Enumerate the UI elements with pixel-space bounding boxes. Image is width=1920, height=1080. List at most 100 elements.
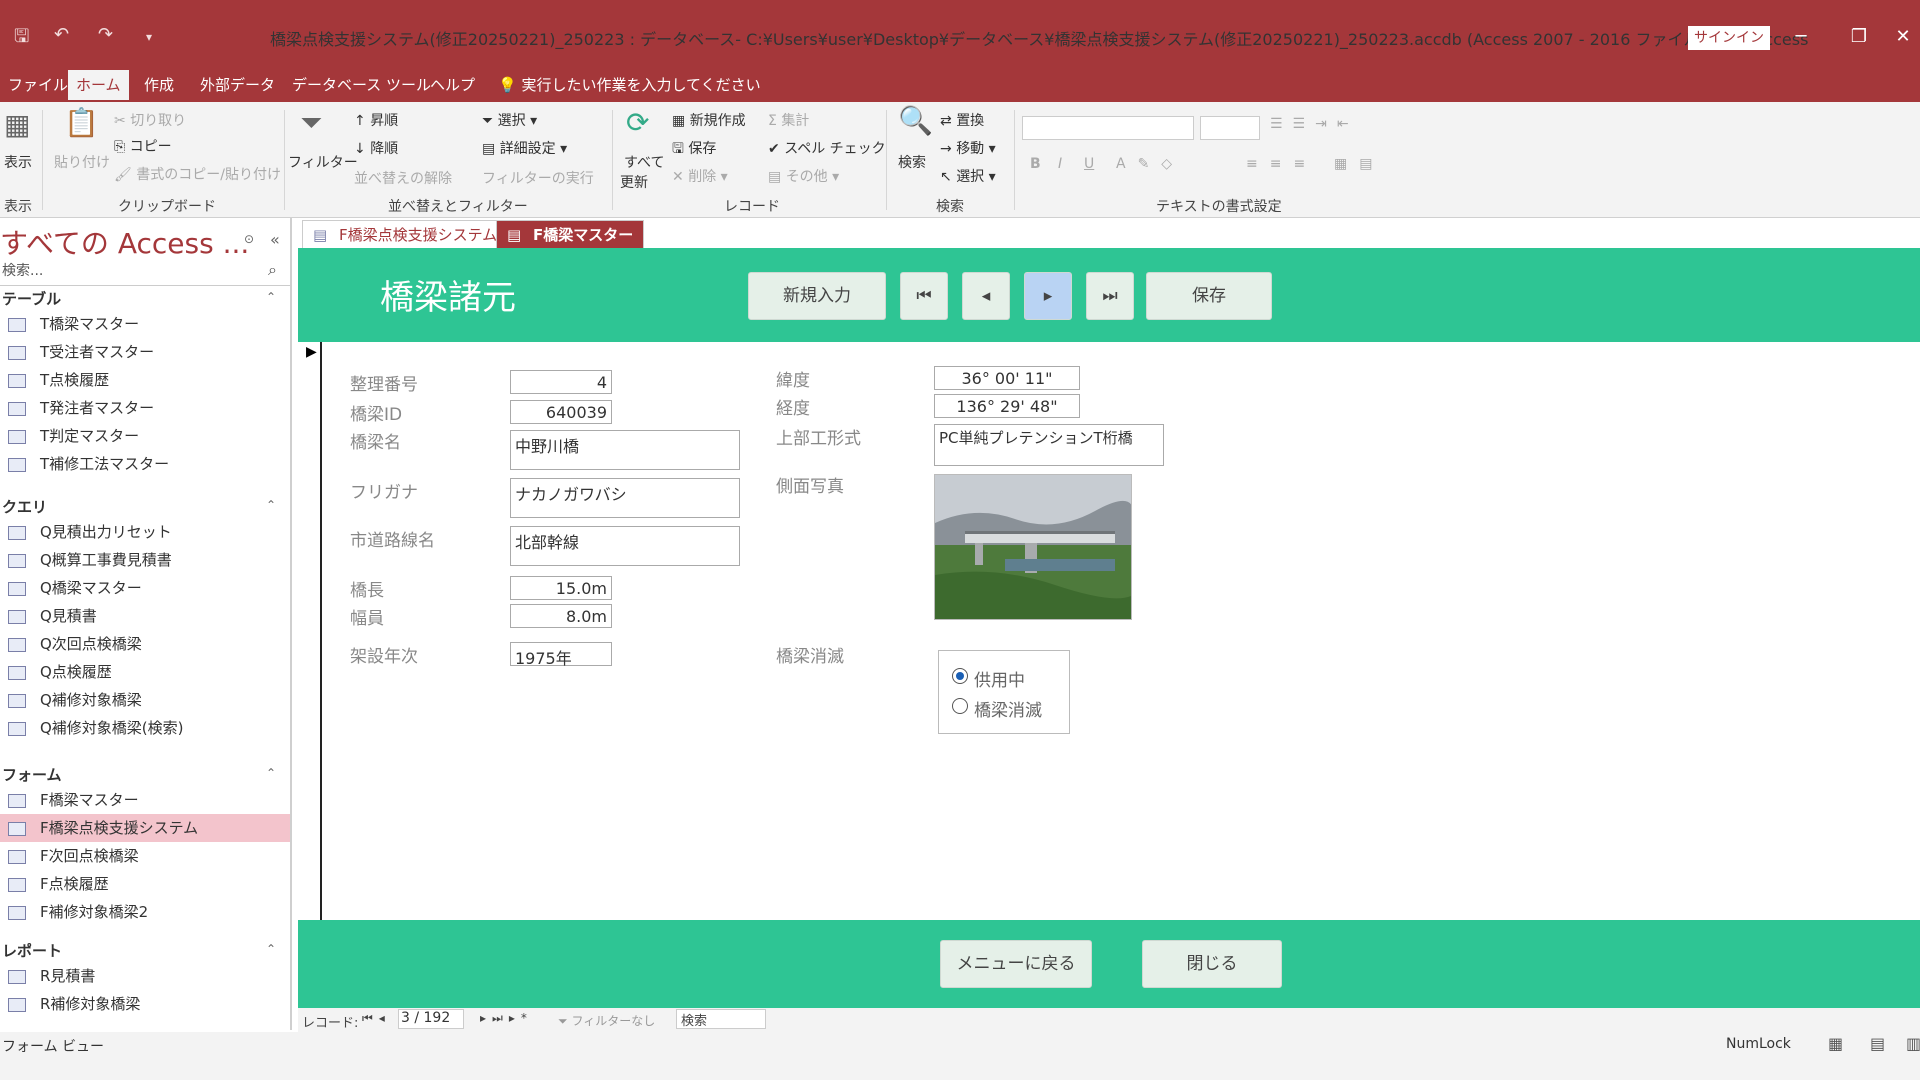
nav-item[interactable]: T受注者マスター <box>0 338 290 366</box>
gridline-buttons[interactable]: ▦▤ <box>1334 156 1384 172</box>
save-record-button[interactable]: 🖫 保存 <box>672 138 716 162</box>
bridge-id-field[interactable]: 640039 <box>510 400 612 424</box>
restore-icon[interactable]: ❐ <box>1842 22 1876 52</box>
save-button[interactable]: 保存 <box>1146 272 1272 320</box>
bridge-name-field[interactable]: 中野川橋 <box>510 430 740 470</box>
nav-item[interactable]: F次回点検橋梁 <box>0 842 290 870</box>
delete-button[interactable]: ✕ 削除 ▾ <box>672 166 728 186</box>
last-record-button[interactable]: ⏭ <box>1086 272 1134 320</box>
layout-view-icon[interactable]: ▤ <box>1870 1034 1885 1053</box>
nav-item[interactable]: T判定マスター <box>0 422 290 450</box>
road-field[interactable]: 北部幹線 <box>510 526 740 566</box>
font-family-select[interactable] <box>1022 116 1194 140</box>
bold-button[interactable]: B <box>1030 156 1041 172</box>
goto-button[interactable]: → 移動 ▾ <box>940 138 996 158</box>
nav-section-queries[interactable]: クエリ <box>2 496 47 517</box>
filter-icon[interactable]: ⏷ <box>300 106 322 140</box>
nav-section-tables[interactable]: テーブル <box>2 288 61 309</box>
customize-qat-icon[interactable]: ▾ <box>146 30 152 44</box>
signin-button[interactable]: サインイン <box>1688 26 1770 50</box>
superstructure-field[interactable]: PC単純プレテンションT桁橋 <box>934 424 1164 466</box>
spelling-button[interactable]: ✔ スペル チェック <box>768 138 886 158</box>
tab-create[interactable]: 作成 <box>136 70 182 100</box>
next-record-button[interactable]: ▸ <box>1024 272 1072 320</box>
nav-item[interactable]: T発注者マスター <box>0 394 290 422</box>
color-buttons[interactable]: A✎◇ <box>1116 156 1184 172</box>
nav-item[interactable]: Q見積書 <box>0 602 290 630</box>
filter-button[interactable]: フィルター <box>288 152 358 172</box>
chevron-up-icon[interactable]: ⌃ <box>266 498 276 512</box>
chevron-up-icon[interactable]: ⌃ <box>266 942 276 956</box>
first-record-button[interactable]: ⏮ <box>900 272 948 320</box>
close-window-icon[interactable]: ✕ <box>1886 22 1920 52</box>
totals-button[interactable]: Σ 集計 <box>768 110 809 130</box>
refresh-label[interactable]: 更新 <box>620 172 648 192</box>
nav-item[interactable]: Q点検履歴 <box>0 658 290 686</box>
format-painter-button[interactable]: 🖌 書式のコピー/貼り付け <box>114 164 281 184</box>
redo-icon[interactable]: ↷ <box>98 24 113 45</box>
font-size-select[interactable] <box>1200 116 1260 140</box>
find-icon[interactable]: 🔍 <box>898 104 933 137</box>
nav-menu-icon[interactable]: ⊙ <box>244 232 254 246</box>
nav-item[interactable]: Q補修対象橋梁(検索) <box>0 714 290 742</box>
view-button[interactable]: 表示 <box>4 152 32 172</box>
prev-record-button[interactable]: ◂ <box>962 272 1010 320</box>
back-to-menu-button[interactable]: メニューに戻る <box>940 940 1092 988</box>
toggle-filter-button[interactable]: フィルターの実行 <box>482 168 594 188</box>
cut-button[interactable]: ✂ 切り取り <box>114 110 186 130</box>
new-entry-button[interactable]: 新規入力 <box>748 272 886 320</box>
paste-button[interactable]: 貼り付け <box>54 152 110 172</box>
minimize-icon[interactable]: ─ <box>1784 22 1818 52</box>
nav-item[interactable]: F補修対象橋梁2 <box>0 898 290 926</box>
undo-icon[interactable]: ↶ <box>54 24 69 45</box>
remove-sort-button[interactable]: 並べ替えの解除 <box>354 168 452 188</box>
underline-button[interactable]: U <box>1084 156 1094 172</box>
more-button[interactable]: ▤ その他 ▾ <box>768 166 839 186</box>
new-record-button[interactable]: ▦ 新規作成 <box>672 110 746 130</box>
tab-f-bridge-master[interactable]: ▤ F橋梁マスター <box>496 220 645 248</box>
chevron-up-icon[interactable]: ⌃ <box>266 766 276 780</box>
longitude-field[interactable]: 136° 29' 48" <box>934 394 1080 418</box>
search-icon[interactable]: ⌕ <box>268 260 277 280</box>
width-field[interactable]: 8.0m <box>510 604 612 628</box>
nav-item[interactable]: T点検履歴 <box>0 366 290 394</box>
record-selector[interactable] <box>298 342 322 920</box>
record-search-input[interactable]: 検索 <box>676 1009 766 1029</box>
nav-pane-title[interactable]: すべての Access ... <box>0 222 249 262</box>
tab-f-bridge-inspection-system[interactable]: ▤ F橋梁点検支援システム <box>302 220 509 248</box>
radio-removed[interactable] <box>952 698 968 714</box>
tab-help[interactable]: ヘルプ <box>422 70 483 100</box>
no-filter-indicator[interactable]: ⏷ フィルターなし <box>558 1012 655 1029</box>
collapse-pane-icon[interactable]: « <box>270 230 280 249</box>
tab-file[interactable]: ファイル <box>0 70 76 100</box>
design-view-icon[interactable]: ▥ <box>1906 1034 1920 1053</box>
align-buttons[interactable]: ≡≡≡ <box>1246 156 1317 172</box>
nav-item[interactable]: F点検履歴 <box>0 870 290 898</box>
nav-item[interactable]: R補修対象橋梁 <box>0 990 290 1018</box>
nav-item[interactable]: T橋梁マスター <box>0 310 290 338</box>
select-button[interactable]: ↖ 選択 ▾ <box>940 166 996 186</box>
nav-item[interactable]: Q補修対象橋梁 <box>0 686 290 714</box>
nav-item[interactable]: R見積書 <box>0 962 290 990</box>
seiri-field[interactable]: 4 <box>510 370 612 394</box>
descending-button[interactable]: ↓ 降順 <box>354 138 398 158</box>
tell-me-box[interactable]: 💡 実行したい作業を入力してください <box>490 70 769 100</box>
close-button[interactable]: 閉じる <box>1142 940 1282 988</box>
nav-section-reports[interactable]: レポート <box>2 940 62 961</box>
ascending-button[interactable]: ↑ 昇順 <box>354 110 398 130</box>
chevron-up-icon[interactable]: ⌃ <box>266 290 276 304</box>
tab-home[interactable]: ホーム <box>68 70 129 100</box>
refresh-icon[interactable]: ⟳ <box>626 106 649 139</box>
tab-database-tools[interactable]: データベース ツール <box>284 70 439 100</box>
selection-button[interactable]: ⏷ 選択 ▾ <box>482 110 537 130</box>
side-photo[interactable] <box>934 474 1132 620</box>
list-buttons[interactable]: ☰☰⇥⇤ <box>1270 116 1359 132</box>
refresh-all-label[interactable]: すべて <box>624 152 664 172</box>
record-nav-prev-buttons[interactable]: ⏮◂ <box>362 1011 391 1026</box>
nav-section-forms[interactable]: フォーム <box>2 764 62 785</box>
radio-in-use[interactable] <box>952 668 968 684</box>
nav-search-input[interactable]: 検索... <box>0 258 290 286</box>
nav-item[interactable]: F橋梁点検支援システム <box>0 814 290 842</box>
length-field[interactable]: 15.0m <box>510 576 612 600</box>
nav-item[interactable]: Q見積出力リセット <box>0 518 290 546</box>
